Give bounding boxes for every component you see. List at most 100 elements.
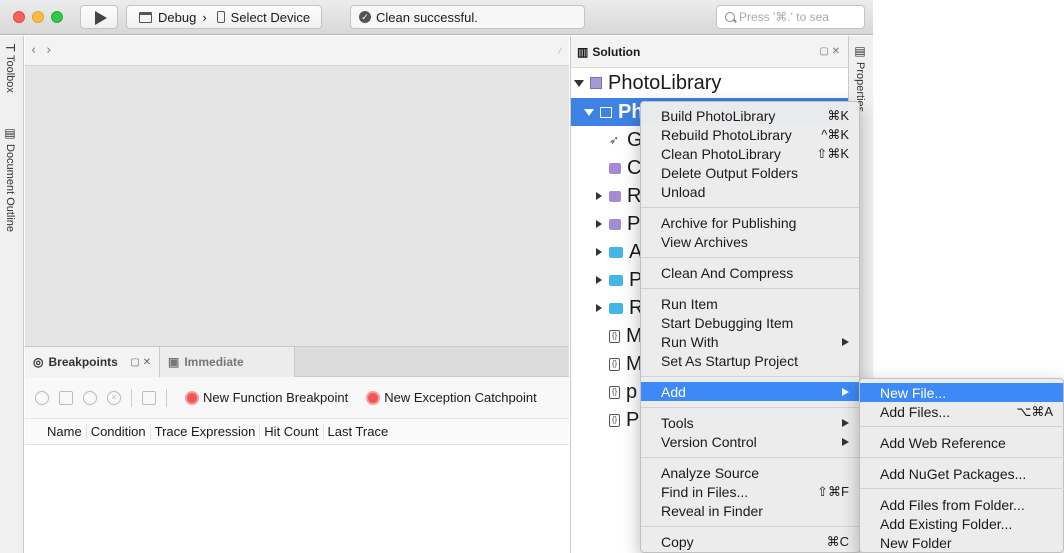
breakpoint-properties-icon[interactable] — [142, 390, 156, 405]
breakpoints-toolbar: × New Function Breakpoint New Exception … — [25, 377, 569, 419]
breakpoints-table-header: Name Condition Trace Expression Hit Coun… — [25, 419, 569, 445]
minimize-window-button[interactable] — [32, 11, 44, 23]
navigate-back-icon[interactable]: ‹ — [31, 43, 36, 58]
menu-separator — [641, 376, 859, 377]
menu-item-label: Version Control — [661, 433, 757, 450]
menu-item-delete-output-folders[interactable]: Delete Output Folders — [641, 163, 859, 182]
submenu-arrow-icon — [842, 418, 849, 427]
shortcut-label: ⇧⌘F — [817, 483, 849, 499]
menu-item-archive-for-publishing[interactable]: Archive for Publishing — [641, 213, 859, 232]
submenu-item-new-folder[interactable]: New Folder — [860, 533, 1063, 552]
shortcut-label: ⌘C — [826, 533, 849, 549]
expander-slot — [595, 220, 603, 228]
editor-navigation-bar: ‹ › ⁄ — [25, 36, 569, 66]
disable-all-breakpoints-icon[interactable] — [83, 390, 97, 405]
pad-controls[interactable]: ▢ ✕ — [819, 46, 840, 57]
search-field[interactable] — [716, 5, 865, 29]
expand-arrow-icon[interactable] — [596, 248, 602, 256]
menu-item-analyze-source[interactable]: Analyze Source — [641, 463, 859, 482]
menu-item-run-item[interactable]: Run Item — [641, 294, 859, 313]
document-outline-tab[interactable]: ▤ Document Outline — [3, 126, 17, 232]
menu-separator — [860, 457, 1064, 458]
menu-separator — [641, 288, 859, 289]
menu-item-label: Tools — [661, 414, 694, 431]
menu-separator — [641, 526, 859, 527]
menu-separator — [641, 407, 859, 408]
submenu-item-add-files[interactable]: Add Files... ⌥⌘A — [860, 402, 1063, 421]
column-header[interactable]: Name — [43, 424, 87, 439]
tab-breakpoints[interactable]: ◎ Breakpoints ▢ ✕ — [25, 347, 160, 377]
menu-item-label: Add NuGet Packages... — [880, 465, 1027, 482]
properties-icon: ▤ — [853, 44, 867, 58]
expand-arrow-icon[interactable] — [596, 192, 602, 200]
expand-arrow-icon[interactable] — [584, 108, 594, 116]
menu-separator — [860, 426, 1064, 427]
menu-item-run-with[interactable]: Run With — [641, 332, 859, 351]
expander-slot — [595, 192, 603, 200]
outline-icon: ▤ — [3, 126, 17, 140]
menu-item-find-in-files[interactable]: Find in Files... ⇧⌘F — [641, 482, 859, 501]
toolbox-tab[interactable]: T Toolbox — [3, 44, 17, 93]
menu-item-clean[interactable]: Clean PhotoLibrary ⇧⌘K — [641, 144, 859, 163]
search-input[interactable] — [739, 10, 849, 24]
menu-item-label: Archive for Publishing — [661, 214, 797, 231]
menu-item-start-debugging-item[interactable]: Start Debugging Item — [641, 313, 859, 332]
menu-item-label: Add Files... — [880, 403, 951, 420]
menu-item-set-as-startup-project[interactable]: Set As Startup Project — [641, 351, 859, 370]
enable-breakpoint-icon[interactable] — [35, 390, 49, 405]
expand-arrow-icon[interactable] — [596, 276, 602, 284]
tab-breakpoints-label: Breakpoints — [48, 355, 118, 369]
menu-item-unload[interactable]: Unload — [641, 182, 859, 201]
menu-item-tools[interactable]: Tools — [641, 413, 859, 432]
column-header[interactable]: Trace Expression — [151, 424, 261, 439]
column-header[interactable]: Condition — [87, 424, 151, 439]
solution-pad-header: ▥ Solution ▢ ✕ — [571, 36, 848, 68]
new-exception-catchpoint-button[interactable]: New Exception Catchpoint — [366, 390, 537, 405]
run-button[interactable] — [80, 5, 118, 29]
expand-arrow-icon[interactable] — [596, 220, 602, 228]
remove-breakpoint-icon[interactable]: × — [107, 390, 121, 405]
expander-slot — [595, 276, 603, 284]
edit-breakpoint-icon[interactable] — [59, 390, 73, 405]
submenu-item-add-existing-folder[interactable]: Add Existing Folder... — [860, 514, 1063, 533]
menu-item-label: Copy — [661, 533, 694, 550]
menu-item-add[interactable]: Add — [641, 382, 859, 401]
solution-root-label: PhotoLibrary — [608, 71, 722, 94]
menu-item-rebuild[interactable]: Rebuild PhotoLibrary ^⌘K — [641, 125, 859, 144]
new-function-breakpoint-button[interactable]: New Function Breakpoint — [185, 390, 348, 405]
solution-title: Solution — [592, 44, 641, 59]
zoom-window-button[interactable] — [51, 11, 63, 23]
editor-area[interactable]: ‹ › ⁄ — [25, 36, 569, 346]
expander-slot — [595, 304, 603, 312]
navigate-forward-icon[interactable]: › — [46, 43, 51, 58]
menu-item-label: Add Existing Folder... — [880, 515, 1013, 532]
solution-root-node[interactable]: PhotoLibrary — [571, 68, 848, 98]
shortcut-label: ^⌘K — [821, 126, 849, 142]
menu-item-copy[interactable]: Copy ⌘C — [641, 532, 859, 551]
tab-immediate[interactable]: ▣ Immediate — [160, 347, 295, 377]
submenu-item-new-file[interactable]: New File... — [860, 383, 1063, 402]
expander-slot — [595, 248, 603, 256]
configuration-label: Debug — [158, 9, 197, 25]
expand-arrow-icon[interactable] — [596, 304, 602, 312]
configuration-selector[interactable]: Debug › Select Device — [126, 5, 322, 29]
submenu-item-add-nuget-packages[interactable]: Add NuGet Packages... — [860, 464, 1063, 483]
column-header[interactable]: Last Trace — [324, 424, 393, 439]
menu-separator — [641, 207, 859, 208]
json-file-icon: {} — [609, 357, 620, 371]
submenu-arrow-icon — [842, 437, 849, 446]
pad-controls[interactable]: ▢ ✕ — [130, 357, 151, 368]
close-window-button[interactable] — [13, 11, 25, 23]
menu-item-build[interactable]: Build PhotoLibrary ⌘K — [641, 106, 859, 125]
expand-arrow-icon[interactable] — [574, 79, 584, 87]
menu-item-reveal-in-finder[interactable]: Reveal in Finder — [641, 501, 859, 520]
submenu-item-add-files-from-folder[interactable]: Add Files from Folder... — [860, 495, 1063, 514]
menu-item-clean-and-compress[interactable]: Clean And Compress — [641, 263, 859, 282]
column-header[interactable]: Hit Count — [260, 424, 324, 439]
menu-item-label: Set As Startup Project — [661, 352, 798, 369]
menu-item-label: Add — [661, 383, 686, 400]
menu-item-version-control[interactable]: Version Control — [641, 432, 859, 451]
menu-item-label: Clean And Compress — [661, 264, 794, 281]
submenu-item-add-web-reference[interactable]: Add Web Reference — [860, 433, 1063, 452]
menu-item-view-archives[interactable]: View Archives — [641, 232, 859, 251]
